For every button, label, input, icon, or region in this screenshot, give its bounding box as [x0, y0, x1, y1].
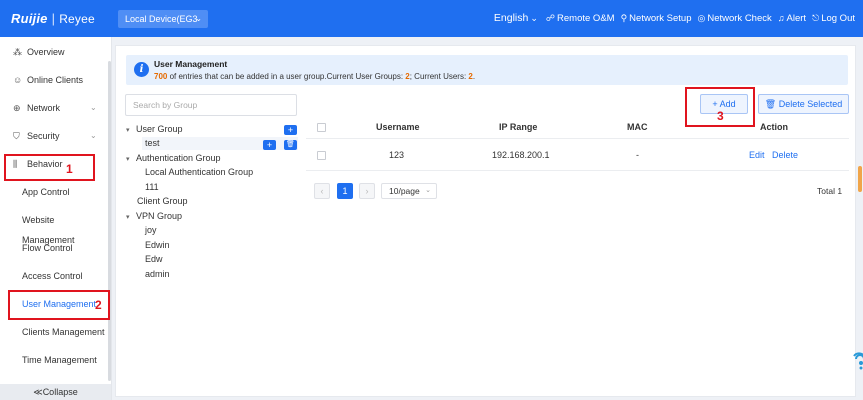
sidebar-item-security[interactable]: ⛉ Security ⌄ [0, 126, 108, 146]
annotation-label-1: 1 [66, 162, 73, 176]
column-header-mac: MAC [627, 122, 648, 132]
overview-icon: ⁂ [13, 47, 22, 57]
tree-node-vpn-user[interactable]: joy [145, 224, 157, 237]
sidebar-item-network[interactable]: ⊕ Network ⌄ [0, 98, 108, 118]
sidebar-item-time-management[interactable]: Time Management [0, 350, 108, 370]
sidebar-scrollbar[interactable] [108, 61, 111, 381]
chevron-down-icon: ⌄ [530, 12, 538, 23]
network-check-icon: ◎ [697, 12, 706, 23]
column-header-username: Username [376, 122, 420, 132]
assistant-float-icon[interactable] [851, 348, 863, 370]
top-bar: Ruijie | Reyee Local Device(EG3 ⌄ English … [0, 0, 863, 37]
sidebar-item-clients-management[interactable]: Clients Management [0, 322, 108, 342]
nav-alert[interactable]: ♫ Alert [778, 13, 806, 24]
nav-network-setup[interactable]: ⚲ Network Setup [621, 13, 692, 24]
chevron-down-icon: ⌄ [90, 103, 97, 112]
cell-ip-range: 192.168.200.1 [492, 150, 550, 160]
info-title: User Management [154, 59, 228, 69]
column-header-ip-range: IP Range [499, 122, 538, 132]
column-header-action: Action [760, 122, 788, 132]
sidebar-item-app-control[interactable]: App Control [0, 182, 108, 202]
caret-down-icon: ▾ [126, 127, 130, 134]
online-clients-icon: ☺ [13, 75, 23, 85]
delete-selected-button[interactable]: 🗑 Delete Selected [758, 94, 849, 114]
tree-node-user-group[interactable]: ▾ User Group [126, 123, 183, 137]
sidebar-item-flow-control[interactable]: Flow Control [0, 238, 108, 258]
nav-network-check[interactable]: ◎ Network Check [697, 13, 771, 24]
nav-remote-om[interactable]: ☍ Remote O&M [546, 13, 615, 24]
logout-icon: ⎋ [812, 12, 820, 23]
tree-node-vpn-user[interactable]: admin [145, 268, 170, 281]
chevron-down-icon: ⌄ [90, 131, 97, 140]
add-group-button[interactable]: + [284, 125, 297, 135]
next-page-button[interactable]: › [359, 183, 375, 199]
tree-node-client-group[interactable]: Client Group [137, 195, 188, 208]
nav-logout[interactable]: ⎋ Log Out [812, 13, 855, 24]
network-icon: ⊕ [13, 103, 21, 113]
total-count: Total 1 [817, 186, 843, 196]
page-scrollbar[interactable] [858, 166, 862, 192]
sidebar: ⁂ Overview ☺ Online Clients ⊕ Network ⌄ … [0, 37, 112, 400]
caret-down-icon: ▾ [126, 214, 130, 221]
info-icon: i [134, 62, 149, 77]
cell-username: 123 [389, 150, 405, 160]
delete-group-button[interactable]: 🗑 [284, 140, 297, 150]
language-select[interactable]: English ⌄ [494, 12, 540, 24]
alert-icon: ♫ [777, 13, 785, 23]
annotation-label-3: 3 [717, 109, 724, 123]
annotation-label-2: 2 [95, 298, 102, 312]
sidebar-item-online-clients[interactable]: ☺ Online Clients [0, 70, 108, 90]
collapse-button[interactable]: ≪Collapse [0, 384, 111, 400]
annotation-box-behavior [4, 154, 95, 181]
edit-link[interactable]: Edit [749, 150, 765, 160]
tree-node-test[interactable]: test [145, 137, 160, 150]
network-setup-icon: ⚲ [620, 12, 628, 23]
brand-logo: Ruijie | Reyee [11, 11, 95, 26]
delete-link[interactable]: Delete [772, 150, 798, 160]
table-divider [306, 138, 849, 139]
tree-node-vpn-user[interactable]: Edw [145, 253, 163, 266]
caret-down-icon: ▾ [126, 156, 130, 163]
device-select[interactable]: Local Device(EG3 ⌄ [118, 10, 208, 28]
remote-om-icon: ☍ [545, 12, 556, 23]
trash-icon: 🗑 [286, 141, 295, 148]
tree-node-authentication-group[interactable]: ▾ Authentication Group [126, 152, 221, 166]
select-all-checkbox[interactable] [317, 123, 326, 132]
shield-icon: ⛉ [13, 131, 20, 141]
chevron-down-icon: ⌄ [195, 14, 202, 23]
sidebar-item-access-control[interactable]: Access Control [0, 266, 108, 286]
tree-node-vpn-group[interactable]: ▾ VPN Group [126, 210, 182, 224]
info-banner: i User Management 700 of entries that ca… [126, 55, 848, 85]
cell-mac: - [636, 150, 639, 160]
header-nav: English ⌄ ☍ Remote O&M ⚲ Network Setup ◎… [488, 12, 855, 24]
page-size-select[interactable]: 10/page ⌄ [381, 183, 437, 199]
table-divider [306, 170, 849, 171]
sidebar-item-overview[interactable]: ⁂ Overview [0, 42, 108, 62]
add-subgroup-button[interactable]: + [263, 140, 276, 150]
prev-page-button[interactable]: ‹ [314, 183, 330, 199]
row-checkbox[interactable] [317, 151, 326, 160]
tree-node-vpn-user[interactable]: Edwin [145, 239, 170, 252]
page-1-button[interactable]: 1 [337, 183, 353, 199]
sidebar-item-website-management[interactable]: Website Management [0, 210, 108, 245]
info-text: 700 of entries that can be added in a us… [154, 72, 476, 81]
tree-node-111[interactable]: 111 [145, 181, 159, 194]
chevron-down-icon: ⌄ [425, 187, 431, 194]
group-search-input[interactable]: Search by Group [125, 94, 297, 116]
tree-node-local-auth-group[interactable]: Local Authentication Group [145, 166, 253, 179]
